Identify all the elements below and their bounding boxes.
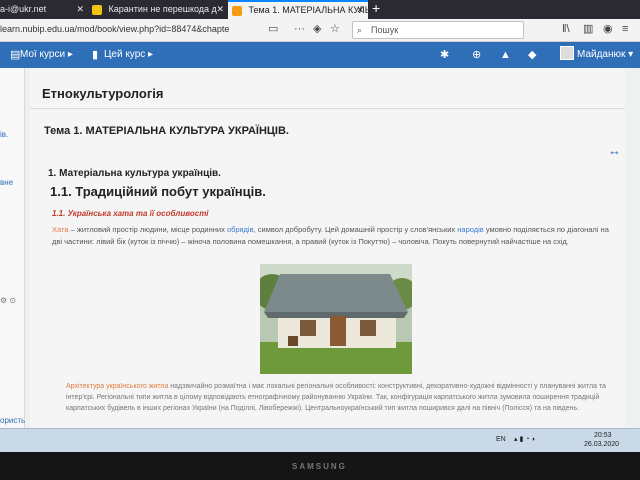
screen: а-i@ukr.net ✕ Карантин не перешкода д ✕ … (0, 0, 640, 452)
reader-view-icon[interactable]: ▭ (268, 22, 278, 37)
tab-label: Тема 1. МАТЕРІАЛЬНА КУЛЬТ (248, 5, 368, 15)
browser-tab-strip: а-i@ukr.net ✕ Карантин не перешкода д ✕ … (0, 0, 640, 19)
tab-label: Карантин не перешкода д (108, 4, 217, 14)
tab-label: а-i@ukr.net (0, 4, 47, 14)
user-menu[interactable]: Майданюк ▾ (577, 48, 633, 62)
pocket-icon[interactable]: ◈ (313, 22, 321, 37)
paragraph-architecture: Архітектура українського житла надзвичай… (66, 383, 606, 412)
sidebar-icon[interactable]: ▥ (583, 22, 593, 37)
main-content: Етнокультурологія Тема 1. МАТЕРІАЛЬНА КУ… (30, 68, 625, 430)
my-courses-menu[interactable]: Мої курси ▸ (20, 48, 73, 62)
link-narodiv[interactable]: народів (457, 225, 484, 234)
menu-icon[interactable]: ≡ (622, 22, 628, 37)
close-tab-icon[interactable]: ✕ (216, 0, 224, 19)
tab-quarantine[interactable]: Карантин не перешкода д ✕ (88, 0, 228, 19)
avatar[interactable] (560, 46, 574, 60)
keyword-hata: Хата (52, 225, 69, 234)
search-input[interactable]: ⌕ Пошук (352, 21, 524, 39)
tab-email[interactable]: а-i@ukr.net ✕ (0, 0, 88, 19)
course-drawer: ів. вне ⚙ ⊙ ористь (0, 68, 25, 428)
chapter-title: Тема 1. МАТЕРІАЛЬНА КУЛЬТУРА УКРАЇНЦІВ. (44, 125, 289, 137)
monitor-bezel: SAMSUNG (0, 452, 640, 480)
drawer-item[interactable]: вне (0, 178, 13, 187)
taskbar: EN ▴ ▮ ◔ ◗ 20:53 26.03.2020 (0, 428, 640, 452)
account-icon[interactable]: ◉ (603, 22, 613, 37)
course-icon: ▮ (92, 49, 99, 61)
drawer-item[interactable]: ів. (0, 130, 8, 139)
paragraph-hata: Хата – житловий простір людини, місце ро… (52, 225, 609, 246)
tray-icons[interactable]: ▴ ▮ ◔ ◗ (514, 435, 536, 443)
clock-date[interactable]: 26.03.2020 (584, 441, 619, 448)
bookmark-star-icon[interactable]: ☆ (330, 22, 340, 37)
site-favicon-icon (92, 4, 102, 15)
grad-cap-icon: ▤ (10, 49, 21, 61)
url-field[interactable]: learn.nubip.edu.ua/mod/book/view.php?id=… (0, 22, 265, 37)
language-indicator[interactable]: EN (496, 436, 506, 443)
notifications-icon[interactable]: ▲ (500, 48, 511, 62)
subsection-heading: 1.1. Традиційний побут українців. (50, 184, 266, 199)
course-title: Етнокультурологія (42, 86, 164, 101)
close-tab-icon[interactable]: ✕ (76, 0, 84, 19)
section-heading: 1. Матеріальна культура українців. (48, 168, 221, 179)
moodle-favicon-icon (232, 5, 242, 16)
drawer-item[interactable]: ористь (0, 416, 25, 425)
settings-icon[interactable]: ✱ (440, 48, 449, 62)
clock-time[interactable]: 20:53 (594, 432, 612, 439)
new-tab-button[interactable]: + (372, 0, 380, 17)
toggle-toc-icon[interactable]: ↔ (608, 143, 621, 158)
link-obriadiv[interactable]: обрядів (227, 225, 254, 234)
subsubsection-heading: 1.1. Українська хата та її особливості (52, 209, 209, 218)
navigation-bar: learn.nubip.edu.ua/mod/book/view.php?id=… (0, 19, 640, 42)
moodle-header: ▤ Мої курси ▸ ▮ Цей курс ▸ ✱ ⊕ ▲ ◆ Майда… (0, 42, 640, 68)
drawer-gear-icon[interactable]: ⚙ ⊙ (0, 296, 16, 305)
add-block-icon[interactable]: ⊕ (472, 48, 481, 62)
thatched-house-image (260, 264, 412, 374)
messages-icon[interactable]: ◆ (528, 48, 536, 62)
divider (30, 108, 625, 109)
close-tab-icon[interactable]: ✕ (356, 2, 364, 19)
more-actions-icon[interactable]: ··· (294, 22, 305, 37)
this-course-menu[interactable]: Цей курс ▸ (104, 48, 153, 62)
library-icon[interactable]: ‖\ (562, 22, 570, 37)
search-icon: ⌕ (357, 25, 363, 35)
monitor-brand-logo: SAMSUNG (292, 462, 347, 471)
tab-active-theme[interactable]: Тема 1. МАТЕРІАЛЬНА КУЛЬТ ✕ (228, 0, 368, 19)
